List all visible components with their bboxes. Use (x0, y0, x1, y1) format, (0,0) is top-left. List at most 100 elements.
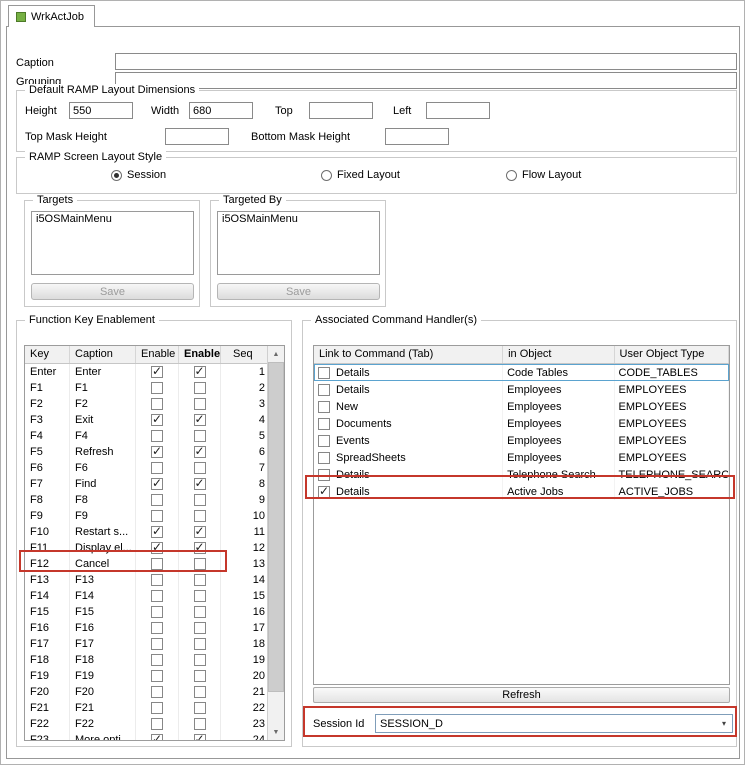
enable-checkbox[interactable] (193, 558, 206, 570)
scroll-down-icon[interactable] (268, 724, 284, 740)
enable-key-checkbox[interactable] (151, 462, 163, 474)
column-header-enable[interactable]: Enable (179, 346, 221, 363)
enable-checkbox[interactable] (193, 622, 206, 634)
caption-input[interactable] (115, 53, 737, 70)
enable-key-checkbox[interactable] (151, 524, 163, 538)
command-checkbox[interactable] (318, 484, 330, 498)
enable-key-checkbox[interactable] (151, 732, 163, 740)
enable-key-checkbox[interactable] (151, 412, 163, 426)
enable-key-checkbox[interactable] (151, 430, 163, 442)
function-key-row[interactable]: F16 F16 17 (25, 620, 269, 636)
enable-key-checkbox[interactable] (151, 510, 163, 522)
refresh-button[interactable]: Refresh (313, 687, 730, 703)
command-checkbox[interactable] (318, 451, 330, 464)
enable-checkbox[interactable] (193, 702, 206, 714)
enable-key-checkbox[interactable] (151, 686, 163, 698)
function-key-row[interactable]: F13 F13 14 (25, 572, 269, 588)
radio-option-session[interactable]: Session (111, 169, 166, 181)
top-input[interactable] (309, 102, 373, 119)
command-handler-row[interactable]: Details Code Tables CODE_TABLES (314, 364, 729, 381)
vertical-scrollbar[interactable] (267, 346, 284, 740)
command-checkbox[interactable] (318, 434, 330, 447)
enable-checkbox[interactable] (193, 364, 206, 378)
enable-checkbox[interactable] (193, 476, 206, 490)
list-item[interactable]: i5OSMainMenu (218, 212, 379, 226)
chevron-down-icon[interactable] (716, 719, 732, 728)
command-handler-row[interactable]: SpreadSheets Employees EMPLOYEES (314, 449, 729, 466)
function-key-row[interactable]: F7Find 8 (25, 476, 269, 492)
command-handler-row[interactable]: New Employees EMPLOYEES (314, 398, 729, 415)
function-key-row[interactable]: F15 F15 16 (25, 604, 269, 620)
enable-checkbox[interactable] (193, 732, 206, 740)
radio-option-fixed-layout[interactable]: Fixed Layout (321, 169, 400, 181)
scroll-up-icon[interactable] (268, 346, 284, 362)
column-header-key[interactable]: Key (25, 346, 70, 363)
function-key-row[interactable]: F23More opti... 24 (25, 732, 269, 740)
function-key-row[interactable]: F4 F4 5 (25, 428, 269, 444)
enable-checkbox[interactable] (193, 462, 206, 474)
function-key-row[interactable]: F6 F6 7 (25, 460, 269, 476)
enable-key-checkbox[interactable] (151, 638, 163, 650)
radio-option-flow-layout[interactable]: Flow Layout (506, 169, 581, 181)
enable-checkbox[interactable] (193, 398, 206, 410)
command-handler-row[interactable]: Documents Employees EMPLOYEES (314, 415, 729, 432)
command-checkbox[interactable] (318, 383, 330, 396)
enable-checkbox[interactable] (193, 590, 206, 602)
list-item[interactable]: i5OSMainMenu (32, 212, 193, 226)
function-key-row[interactable]: F19 F19 20 (25, 668, 269, 684)
enable-checkbox[interactable] (193, 606, 206, 618)
enable-checkbox[interactable] (193, 574, 206, 586)
enable-checkbox[interactable] (193, 430, 206, 442)
function-key-row[interactable]: F2 F2 3 (25, 396, 269, 412)
targets-save-button[interactable]: Save (31, 283, 194, 300)
column-header-in-object[interactable]: in Object (503, 346, 615, 363)
grouping-input[interactable] (115, 72, 737, 89)
enable-key-checkbox[interactable] (151, 476, 163, 490)
column-header-user-object-type[interactable]: User Object Type (615, 346, 729, 363)
enable-key-checkbox[interactable] (151, 494, 163, 506)
scrollbar-thumb[interactable] (268, 362, 284, 692)
command-handler-row[interactable]: Details Active JobsACTIVE_JOBS (314, 483, 729, 500)
column-header-caption[interactable]: Caption (70, 346, 136, 363)
column-header-link-to-command-tab-[interactable]: Link to Command (Tab) (314, 346, 504, 363)
height-input[interactable] (69, 102, 133, 119)
function-key-row[interactable]: F1 F1 2 (25, 380, 269, 396)
enable-key-checkbox[interactable] (151, 398, 163, 410)
enable-key-checkbox[interactable] (151, 718, 163, 730)
tab-wrkactjob[interactable]: WrkActJob (8, 5, 95, 27)
enable-checkbox[interactable] (193, 540, 206, 554)
enable-checkbox[interactable] (193, 686, 206, 698)
function-key-row[interactable]: F3Exit 4 (25, 412, 269, 428)
enable-checkbox[interactable] (193, 718, 206, 730)
width-input[interactable] (189, 102, 253, 119)
function-key-row[interactable]: F22 F22 23 (25, 716, 269, 732)
command-checkbox[interactable] (318, 400, 330, 413)
function-key-row[interactable]: F5Refresh 6 (25, 444, 269, 460)
enable-key-checkbox[interactable] (151, 606, 163, 618)
enable-key-checkbox[interactable] (151, 364, 163, 378)
command-handler-row[interactable]: Details Telephone Search TELEPHONE_SEARCH (314, 466, 729, 483)
enable-key-checkbox[interactable] (151, 382, 163, 394)
column-header-enable-k[interactable]: Enable K (136, 346, 179, 363)
enable-key-checkbox[interactable] (151, 444, 163, 458)
enable-checkbox[interactable] (193, 670, 206, 682)
column-header-seq[interactable]: Seq (221, 346, 269, 363)
command-checkbox[interactable] (318, 468, 330, 481)
command-handler-row[interactable]: Events Employees EMPLOYEES (314, 432, 729, 449)
enable-key-checkbox[interactable] (151, 574, 163, 586)
function-key-row[interactable]: EnterEnter 1 (25, 364, 269, 380)
targets-listbox[interactable]: i5OSMainMenu (31, 211, 194, 275)
enable-checkbox[interactable] (193, 444, 206, 458)
function-key-row[interactable]: F12 Cancel 13 (25, 556, 269, 572)
left-input[interactable] (426, 102, 490, 119)
targeted-by-listbox[interactable]: i5OSMainMenu (217, 211, 380, 275)
function-key-row[interactable]: F10Restart s... 11 (25, 524, 269, 540)
enable-checkbox[interactable] (193, 412, 206, 426)
enable-checkbox[interactable] (193, 510, 206, 522)
function-key-row[interactable]: F17 F17 18 (25, 636, 269, 652)
function-key-row[interactable]: F11Display el... 12 (25, 540, 269, 556)
function-key-row[interactable]: F9 F9 10 (25, 508, 269, 524)
enable-key-checkbox[interactable] (151, 558, 163, 570)
enable-key-checkbox[interactable] (151, 540, 163, 554)
enable-checkbox[interactable] (193, 638, 206, 650)
